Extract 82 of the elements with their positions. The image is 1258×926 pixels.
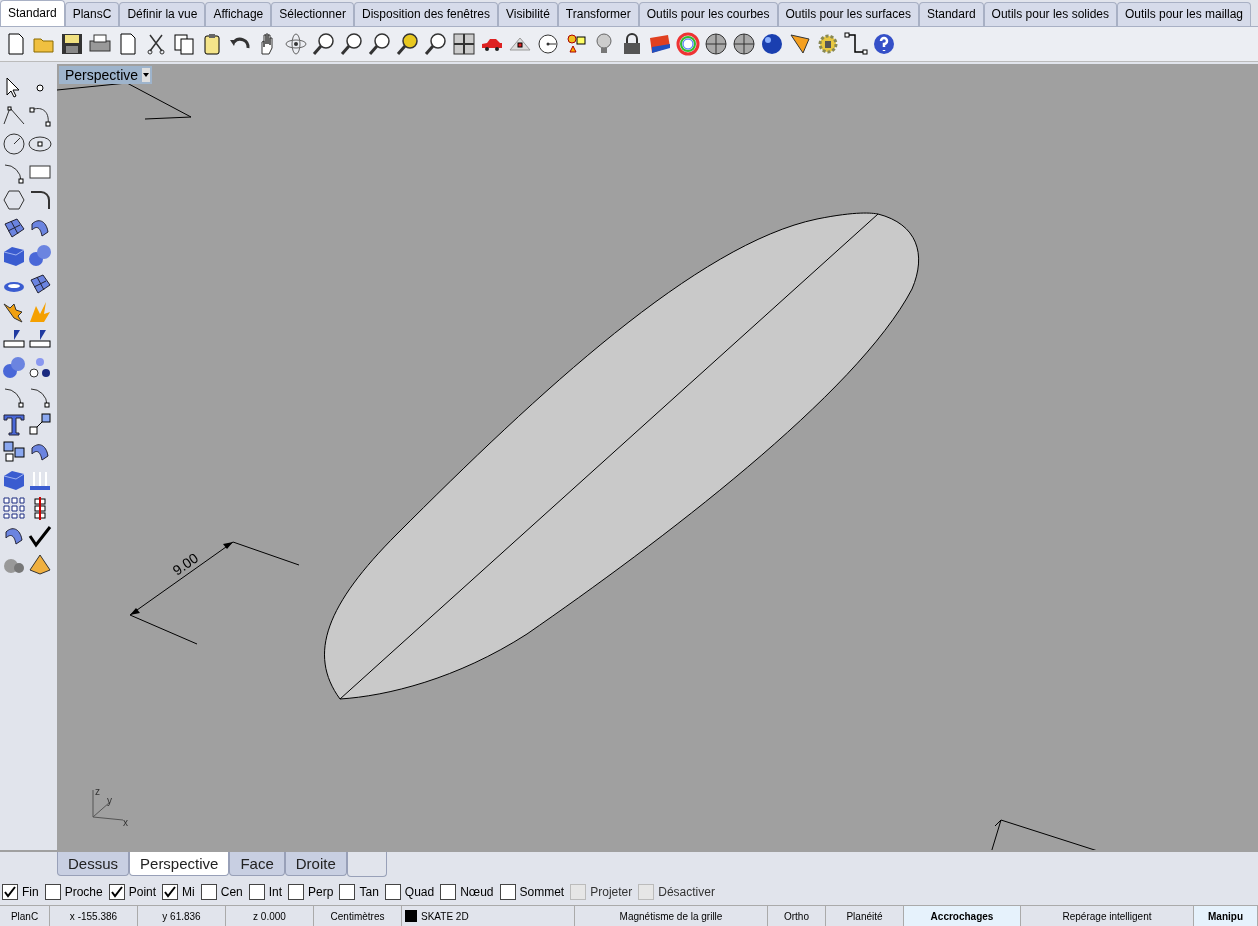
toolbar-tab[interactable]: Outils pour les solides [983,1,1117,26]
snap-label: Sommet [519,885,565,900]
shapes-icon[interactable] [564,31,588,56]
toolbar-tab[interactable]: PlansC [64,1,120,26]
toolbar-tab[interactable]: Standard [918,1,984,26]
toolbar-tab[interactable]: Standard [0,0,65,26]
axis-label: y [107,794,112,806]
viewport[interactable]: Perspective 9.00 z y x [57,63,1258,851]
viewport-tab[interactable]: Droite [284,852,347,877]
viewport-tab[interactable]: Dessus [57,852,130,877]
viewport-title[interactable]: Perspective [59,65,153,84]
check-icon[interactable] [28,523,52,548]
checkbox[interactable] [248,884,265,901]
status-toggle[interactable]: Ortho [768,906,826,926]
axis-label: x [123,816,128,828]
checkbox[interactable] [339,884,356,901]
status-field: z 0.000 [226,906,314,926]
snap-label: Projeter [590,885,633,900]
zoom-icon[interactable] [312,31,336,56]
caret-icon[interactable] [142,67,151,82]
status-field: x -155.386 [50,906,138,926]
axis-icon [92,789,124,821]
toolbar-tab[interactable]: Affichage [205,1,272,26]
checkbox[interactable] [200,884,217,901]
status-toggle[interactable]: Magnétisme de la grille [575,906,768,926]
toolbar-tab[interactable]: Outils pour les surfaces [777,1,919,26]
array-icon[interactable] [2,439,26,464]
grid-icon[interactable] [2,495,26,520]
viewport-tab[interactable]: Face [229,852,285,877]
layer-name: SKATE 2D [421,910,469,922]
layer-field[interactable]: SKATE 2D [402,906,575,926]
toolbar-tab[interactable]: Disposition des fenêtres [353,1,499,26]
toolbar-tab[interactable]: Visibilité [498,1,558,26]
snap-label: Tan [359,885,379,900]
wireframe-sphere-icon[interactable] [732,31,756,56]
status-toggle[interactable]: Accrochages [904,906,1021,926]
checkbox[interactable] [162,884,179,901]
checkbox[interactable] [44,884,61,901]
status-field: PlanC [0,906,50,926]
snap-label: Désactiver [658,885,715,900]
checkbox[interactable] [384,884,401,901]
four-viewports-icon[interactable] [452,31,476,56]
help-icon[interactable] [872,31,896,56]
shaded-sphere-icon[interactable] [704,31,728,56]
toolbar-tab[interactable]: Outils pour les maillag [1117,1,1252,26]
snap-label: Int [268,885,283,900]
snap-label: Mi [182,885,195,900]
toolbar-tab[interactable]: Transformer [557,1,639,26]
toolbar-tab[interactable]: Sélectionner [271,1,354,26]
circle-icon[interactable] [2,131,26,156]
copy-icon[interactable] [172,31,196,56]
snap-label: Nœud [460,885,494,900]
circle-point-icon[interactable] [536,31,560,56]
glossy-sphere-icon[interactable] [760,31,784,56]
snap-label: Perp [308,885,334,900]
dimension-text: 9.00 [169,549,202,579]
status-field: y 61.836 [138,906,226,926]
connector-icon[interactable] [844,31,868,56]
status-field: Centimètres [314,906,402,926]
snap-label: Fin [22,885,39,900]
snap-label: Cen [220,885,243,900]
polygon-icon[interactable] [2,187,26,212]
snap-label: Point [128,885,157,900]
scale-icon[interactable] [28,411,52,436]
toolbar-tab[interactable]: Outils pour les courbes [638,1,778,26]
spheres-icon[interactable] [28,243,52,268]
checkbox[interactable] [499,884,516,901]
mesh-icon[interactable] [28,271,52,296]
checkbox[interactable] [440,884,457,901]
axis-label: z [95,785,100,797]
toolbar-tab[interactable]: Définir la vue [119,1,206,26]
viewport-tab[interactable]: Perspective [129,852,230,877]
surface-icon[interactable] [2,215,26,240]
color-wheel-icon[interactable] [676,31,700,56]
rotate-icon[interactable] [284,31,308,56]
status-toggle[interactable]: Manipu [1194,906,1258,926]
snap-label: Quad [404,885,435,900]
checkbox[interactable] [288,884,305,901]
checkbox[interactable] [2,884,18,901]
snap-label: Proche [64,885,103,900]
checkbox[interactable] [108,884,125,901]
text-icon[interactable] [2,411,26,436]
